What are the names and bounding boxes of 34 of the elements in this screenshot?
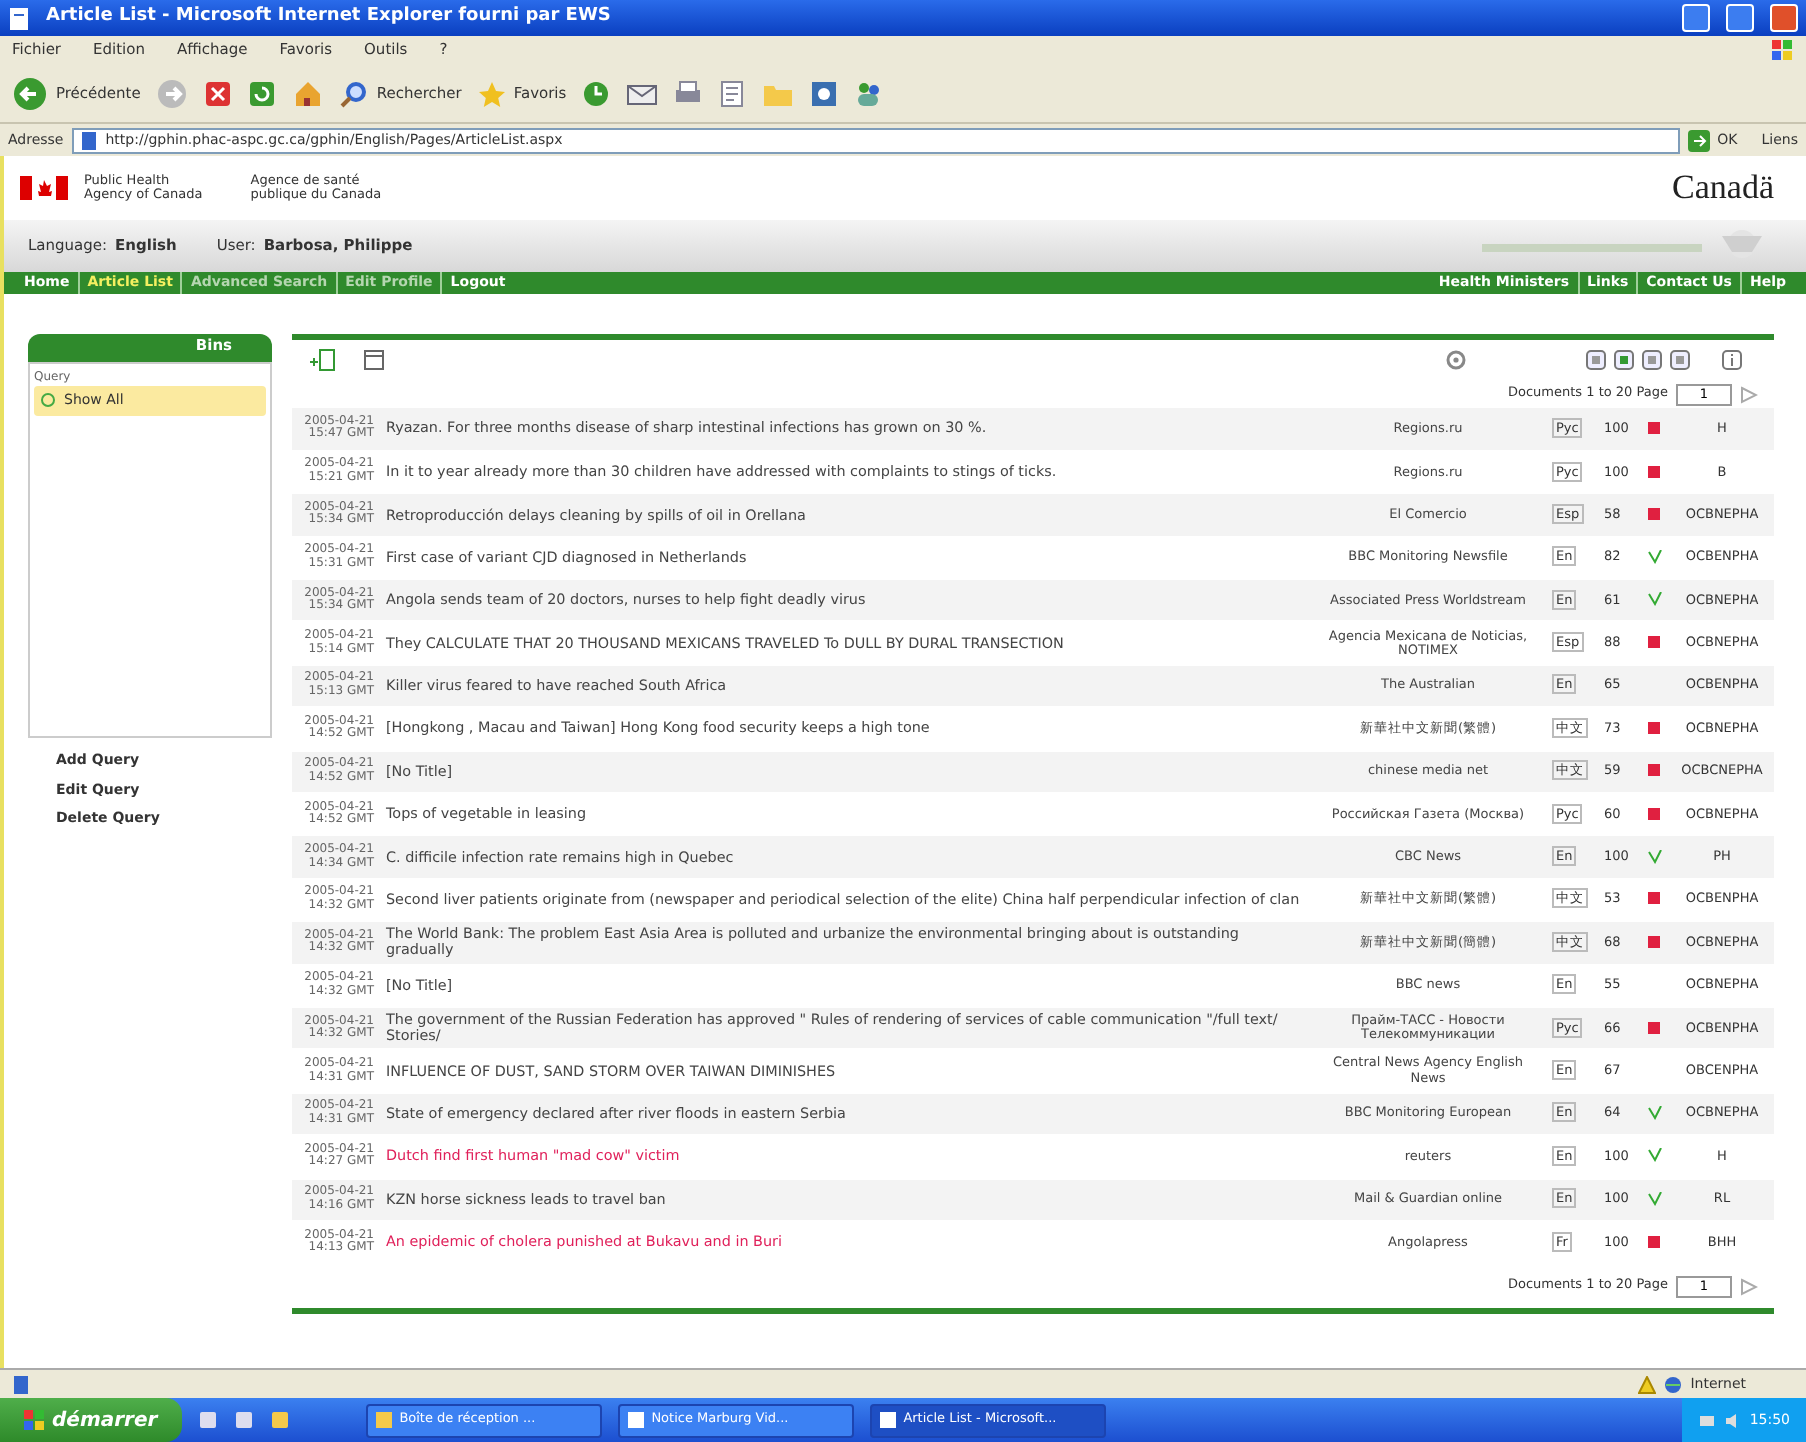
speaker-icon bbox=[1723, 1411, 1742, 1429]
window-icon bbox=[627, 1412, 644, 1428]
warning-icon bbox=[1638, 1375, 1657, 1393]
canada-wordmark: Canadä bbox=[1672, 168, 1774, 208]
go-arrow-icon bbox=[1687, 129, 1710, 151]
window-title: Article List - Microsoft Internet Explorer fourni par EWS bbox=[46, 4, 613, 31]
windows-logo-icon bbox=[24, 1410, 44, 1430]
maximize-button[interactable] bbox=[1726, 4, 1754, 32]
network-icon bbox=[1697, 1411, 1716, 1429]
flag-icon bbox=[20, 176, 68, 200]
page-icon bbox=[79, 131, 98, 149]
next-page-icon[interactable] bbox=[1740, 385, 1758, 403]
window-icon bbox=[375, 1412, 392, 1428]
globe-icon bbox=[1664, 1375, 1683, 1393]
mail-icon[interactable] bbox=[626, 79, 659, 107]
history-icon[interactable] bbox=[582, 79, 611, 107]
star-icon bbox=[477, 79, 506, 107]
add-document-icon[interactable] bbox=[308, 348, 336, 372]
messenger-icon[interactable] bbox=[810, 79, 839, 107]
stop-icon[interactable] bbox=[204, 79, 233, 107]
refresh-icon[interactable] bbox=[248, 79, 277, 107]
page-icon bbox=[8, 7, 30, 29]
close-button[interactable] bbox=[1770, 4, 1798, 32]
home-icon[interactable] bbox=[292, 79, 325, 107]
window-icon[interactable] bbox=[364, 350, 384, 370]
minimize-button[interactable] bbox=[1682, 4, 1710, 32]
next-page-icon[interactable] bbox=[1740, 1277, 1758, 1296]
windows-logo-icon bbox=[1770, 38, 1794, 62]
edit-icon[interactable] bbox=[718, 79, 747, 107]
page-icon bbox=[12, 1375, 30, 1393]
folder-icon[interactable] bbox=[269, 1410, 290, 1430]
people-icon[interactable] bbox=[854, 79, 883, 107]
window-icon bbox=[879, 1412, 896, 1428]
info-icon[interactable] bbox=[1722, 350, 1742, 370]
